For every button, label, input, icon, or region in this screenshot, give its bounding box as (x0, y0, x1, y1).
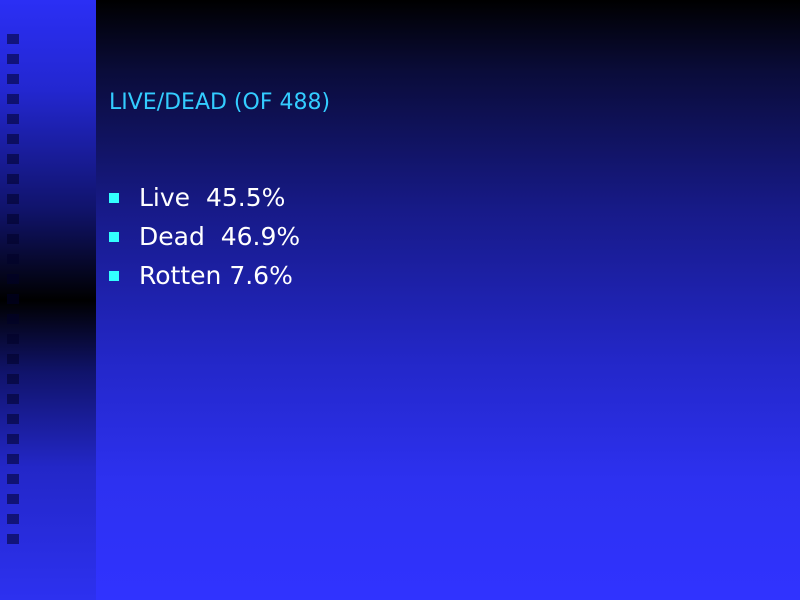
bullet-item-live: Live 45.5% (109, 178, 300, 217)
bullet-text: Rotten 7.6% (139, 261, 293, 290)
square-bullet-icon (109, 270, 119, 281)
bullet-item-dead: Dead 46.9% (109, 217, 300, 256)
bullet-item-rotten: Rotten 7.6% (109, 256, 300, 295)
bullet-text: Dead 46.9% (139, 222, 301, 251)
bullet-list: Live 45.5% Dead 46.9% Rotten 7.6% (109, 178, 300, 295)
square-bullet-icon (109, 231, 119, 242)
bullet-text: Live 45.5% (139, 183, 286, 212)
decorative-squares (7, 34, 19, 554)
slide-title: LIVE/DEAD (OF 488) (109, 90, 331, 115)
slide: LIVE/DEAD (OF 488) Live 45.5% Dead 46.9%… (0, 0, 800, 600)
decorative-sidebar (0, 0, 96, 600)
square-bullet-icon (109, 192, 119, 203)
